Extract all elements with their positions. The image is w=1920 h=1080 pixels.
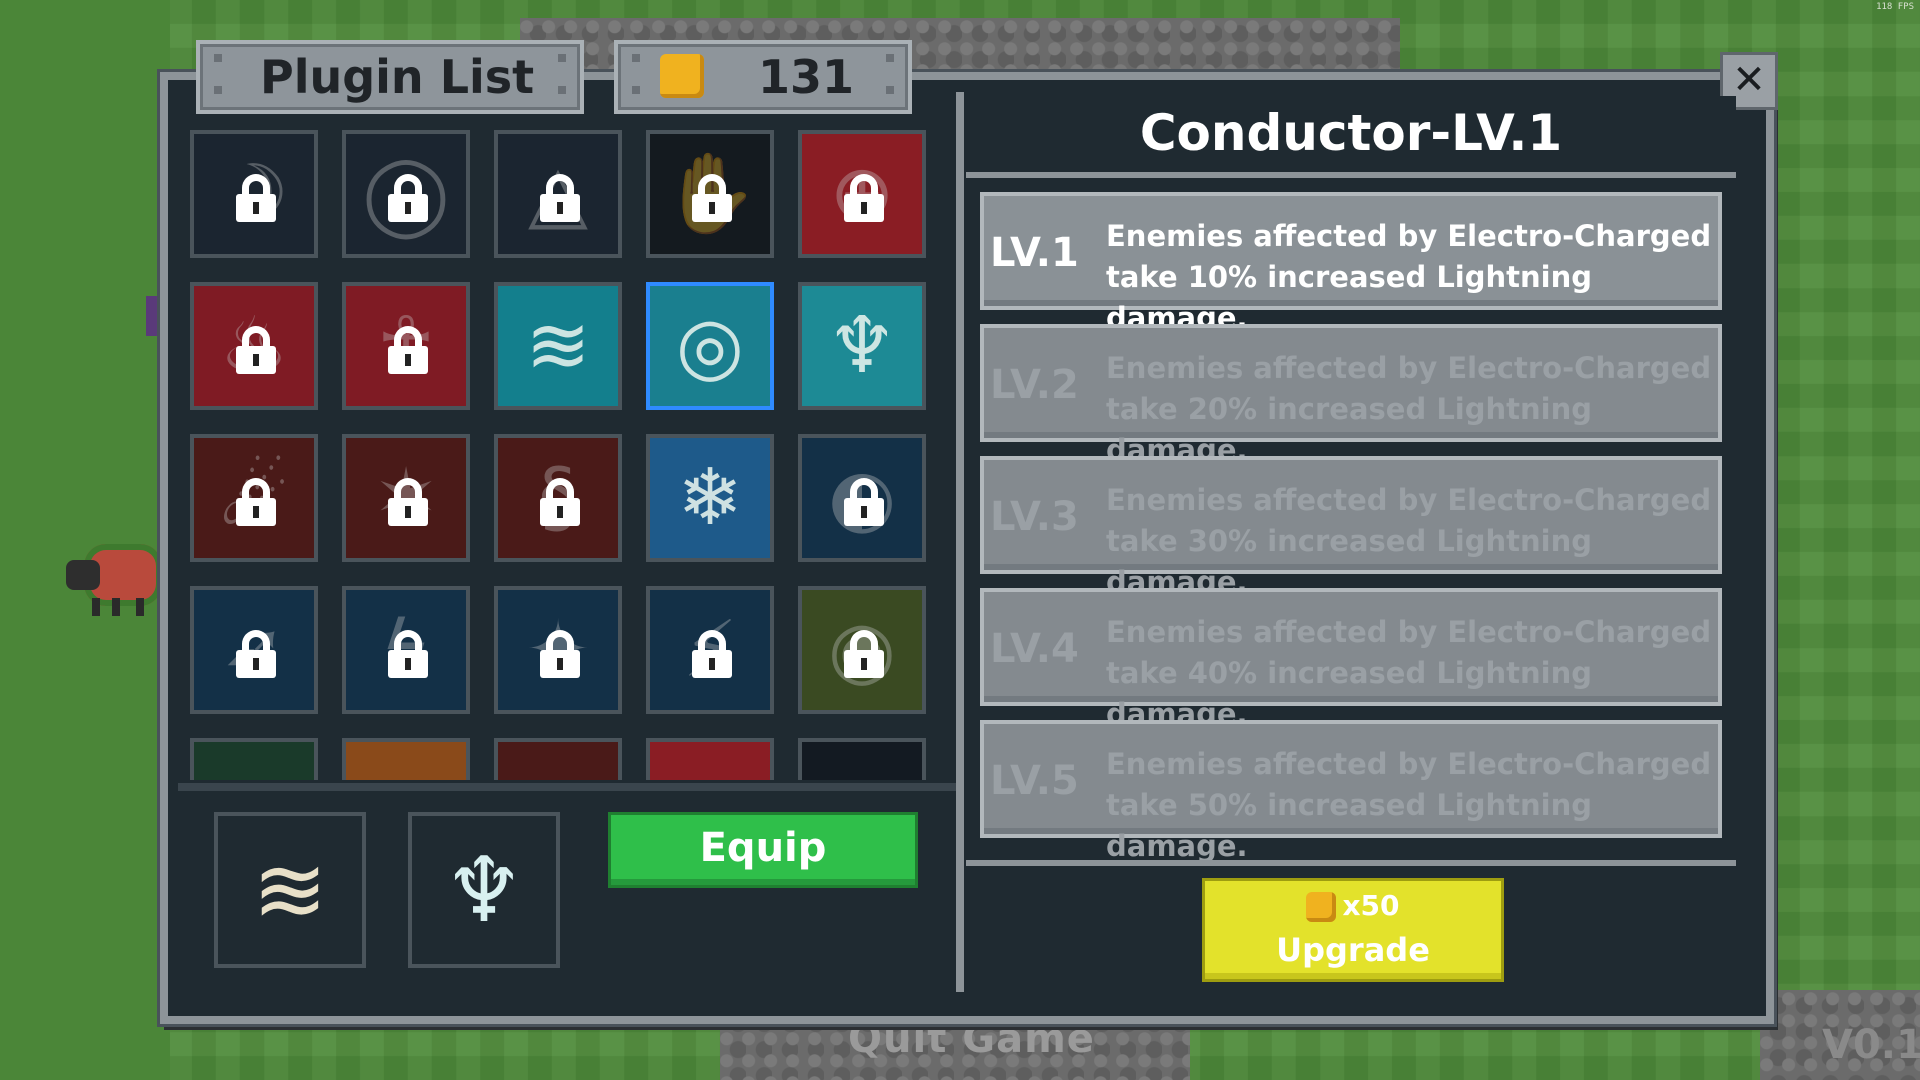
- upgrade-label: Upgrade: [1276, 931, 1430, 969]
- coin-counter-tab: 131: [614, 40, 912, 114]
- partial-5-icon: [802, 742, 922, 780]
- level-tag: LV.1: [990, 230, 1079, 276]
- level-row-1: LV.1 Enemies affected by Electro-Charged …: [980, 192, 1722, 335]
- detail-divider: [966, 860, 1736, 866]
- waves-icon: ≋: [525, 301, 591, 391]
- level-row-3: LV.3 Enemies affected by Electro-Charged …: [980, 456, 1722, 599]
- lock-icon: [840, 630, 888, 678]
- plugin-cell-ankh[interactable]: ☥: [342, 282, 470, 410]
- plugin-cell-triquetra[interactable]: △: [494, 130, 622, 258]
- plugin-grid: ☽◯△✋⊕ ♨☥ ≋ ◎ ♆ ☄✶§ ❄ ◐ ➶ϟ✦⚡◉: [190, 130, 940, 780]
- equip-button[interactable]: Equip: [608, 812, 918, 888]
- level-description: Enemies affected by Electro-Charged take…: [1106, 219, 1712, 335]
- plugin-cell-snowflake[interactable]: ❄: [646, 434, 774, 562]
- equipped-slot-2[interactable]: ♆: [408, 812, 560, 968]
- plugin-cell-seal[interactable]: ⊕: [798, 130, 926, 258]
- plugin-cell-waves[interactable]: ≋: [494, 282, 622, 410]
- close-icon: ✕: [1732, 57, 1766, 103]
- plugin-cell-vortex[interactable]: ☽: [190, 130, 318, 258]
- plugin-cell-serpent[interactable]: §: [494, 434, 622, 562]
- ring-icon: ◎: [675, 301, 745, 391]
- level-row-5: LV.5 Enemies affected by Electro-Charged …: [980, 720, 1722, 863]
- level-tag: LV.3: [990, 494, 1079, 540]
- plugin-cell-partial-4[interactable]: [646, 738, 774, 780]
- plugin-cell-jellyfish[interactable]: ♆: [798, 282, 926, 410]
- npc-sprite: [146, 296, 158, 336]
- lock-icon: [232, 174, 280, 222]
- level-description: Enemies affected by Electro-Charged take…: [1106, 747, 1712, 863]
- lock-icon: [688, 630, 736, 678]
- snowflake-icon: ❄: [677, 453, 743, 543]
- partial-1-icon: [194, 742, 314, 780]
- plugin-cell-skeleton-hand[interactable]: ✋: [646, 130, 774, 258]
- watermelon-sheep-sprite: [62, 538, 162, 618]
- lock-icon: [688, 174, 736, 222]
- grid-divider: [178, 783, 956, 791]
- puzzle-piece-icon: [1306, 892, 1337, 922]
- lock-icon: [536, 478, 584, 526]
- partial-4-icon: [650, 742, 770, 780]
- plugin-cell-hook[interactable]: ϟ: [342, 586, 470, 714]
- lock-icon: [384, 326, 432, 374]
- level-tag: LV.2: [990, 362, 1079, 408]
- plugin-title: Conductor-LV.1: [966, 96, 1736, 178]
- lock-icon: [840, 174, 888, 222]
- waves-icon: ≋: [252, 837, 328, 943]
- partial-2-icon: [346, 742, 466, 780]
- level-tag: LV.5: [990, 758, 1079, 804]
- upgrade-cost: x50: [1342, 889, 1400, 922]
- plugin-cell-stone[interactable]: ◐: [798, 434, 926, 562]
- puzzle-piece-icon: [660, 54, 704, 98]
- plugin-cell-meteor[interactable]: ☄: [190, 434, 318, 562]
- plugin-cell-lightning[interactable]: ⚡: [646, 586, 774, 714]
- plugin-cell-shield[interactable]: ◉: [798, 586, 926, 714]
- lock-icon: [536, 174, 584, 222]
- plugin-cell-branch[interactable]: ✦: [494, 586, 622, 714]
- level-description: Enemies affected by Electro-Charged take…: [1106, 483, 1712, 599]
- jellyfish-icon: ♆: [443, 837, 525, 943]
- jellyfish-icon: ♆: [827, 301, 897, 391]
- level-description: Enemies affected by Electro-Charged take…: [1106, 615, 1712, 731]
- plugin-cell-partial-5[interactable]: [798, 738, 926, 780]
- lock-icon: [536, 630, 584, 678]
- lock-icon: [384, 478, 432, 526]
- lock-icon: [232, 630, 280, 678]
- lock-icon: [384, 630, 432, 678]
- lock-icon: [384, 174, 432, 222]
- plugin-cell-burst[interactable]: ✶: [342, 434, 470, 562]
- lock-icon: [232, 478, 280, 526]
- partial-3-icon: [498, 742, 618, 780]
- plugin-cell-partial-2[interactable]: [342, 738, 470, 780]
- equipped-slot-1[interactable]: ≋: [214, 812, 366, 968]
- plugin-cell-ring[interactable]: ◎: [646, 282, 774, 410]
- plugin-cell-pendant[interactable]: ◯: [342, 130, 470, 258]
- panel-divider: [956, 92, 964, 992]
- fps-counter: 118 FPS: [1876, 2, 1914, 12]
- level-row-2: LV.2 Enemies affected by Electro-Charged …: [980, 324, 1722, 467]
- plugin-cell-partial-3[interactable]: [494, 738, 622, 780]
- lock-icon: [232, 326, 280, 374]
- upgrade-button[interactable]: x50 Upgrade: [1202, 878, 1504, 982]
- level-description: Enemies affected by Electro-Charged take…: [1106, 351, 1712, 467]
- panel-title: Plugin List: [260, 50, 535, 104]
- lock-icon: [840, 478, 888, 526]
- coin-count: 131: [758, 50, 855, 104]
- version-label: V0.1: [1822, 1022, 1920, 1068]
- plugin-cell-partial-1[interactable]: [190, 738, 318, 780]
- plugin-cell-raven[interactable]: ➶: [190, 586, 318, 714]
- level-tag: LV.4: [990, 626, 1079, 672]
- level-row-4: LV.4 Enemies affected by Electro-Charged …: [980, 588, 1722, 731]
- plugin-cell-flame[interactable]: ♨: [190, 282, 318, 410]
- plugin-list-tab: Plugin List: [196, 40, 584, 114]
